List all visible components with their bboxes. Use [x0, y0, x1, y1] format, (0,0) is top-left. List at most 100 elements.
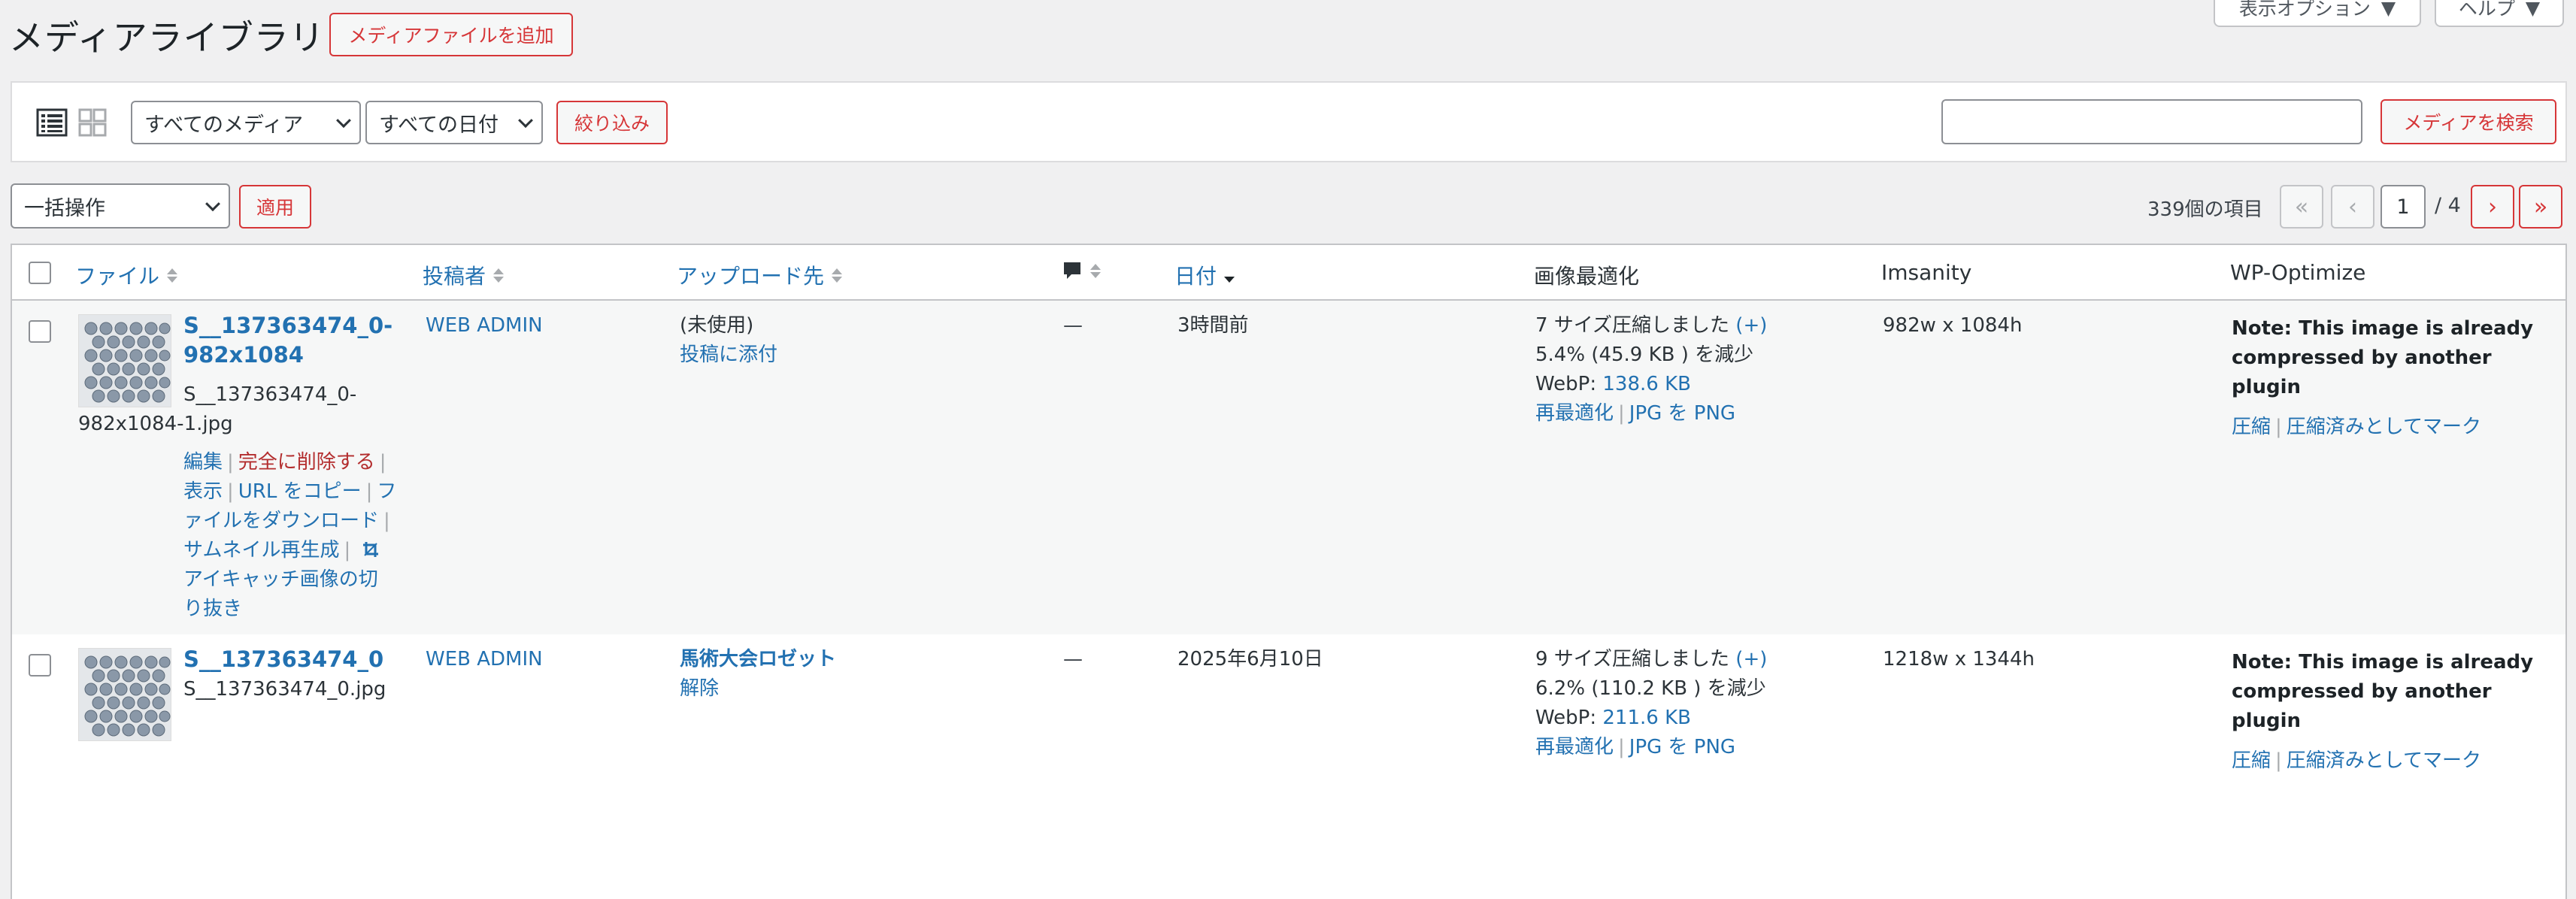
media-type-value: すべてのメディア [144, 113, 304, 137]
view-link[interactable]: 表示 [183, 480, 223, 503]
download-link[interactable]: ァイルをダウンロード [183, 510, 379, 532]
download-link[interactable]: フ [377, 480, 396, 503]
opt-summary: 7 サイズ圧縮しました [1535, 314, 1730, 337]
wpo-note: Note: This image is already [2232, 651, 2534, 673]
mark-compressed-link[interactable]: 圧縮済みとしてマーク [2287, 749, 2481, 772]
caret-down-icon: ▼ [2525, 0, 2541, 19]
screen-options-button[interactable]: 表示オプション ▼ [2214, 0, 2421, 27]
edit-link[interactable]: 編集 [183, 451, 223, 474]
mark-compressed-link[interactable]: 圧縮済みとしてマーク [2287, 416, 2481, 438]
uploaded-status: (未使用) [680, 314, 754, 337]
regenerate-thumbnails-link[interactable]: サムネイル再生成 [183, 539, 339, 561]
date-value: すべての日付 [379, 113, 499, 137]
date-select[interactable]: すべての日付 [365, 101, 543, 144]
chevron-down-icon [518, 113, 533, 129]
opt-details-toggle[interactable]: (+) [1735, 648, 1767, 670]
comment-count: — [1063, 648, 1083, 670]
opt-savings: 5.4% (45.9 KB ) を減少 [1535, 344, 1754, 366]
column-uploaded-to[interactable]: アップロード先 [677, 260, 843, 290]
row-checkbox[interactable] [29, 654, 51, 677]
wpo-note: Note: This image is already [2232, 317, 2534, 340]
image-optimization-cell: 9 サイズ圧縮しました (+) 6.2% (110.2 KB ) を減少 Web… [1535, 648, 1768, 758]
column-uploaded-to-label: アップロード先 [677, 264, 825, 289]
column-image-optimization: 画像最適化 [1534, 264, 1640, 289]
reoptimize-link[interactable]: 再最適化 [1535, 402, 1614, 425]
sort-icon [1090, 263, 1101, 278]
current-page-input[interactable]: 1 [2381, 185, 2426, 229]
detach-link[interactable]: 解除 [680, 674, 836, 704]
filter-button[interactable]: 絞り込み [556, 101, 668, 144]
table-header: ファイル 投稿者 アップロード先 日付 画像最適化 Imsanity WP-Op… [12, 245, 2565, 301]
column-date[interactable]: 日付 [1174, 260, 1235, 290]
column-file[interactable]: ファイル [75, 260, 178, 290]
media-title-line: S__137363474_0- [183, 313, 393, 338]
row-actions: 編集 | 完全に削除する | 表示 | URL をコピー | フ ァイルをダウンロード | サム… [183, 451, 397, 620]
column-wp-optimize: WP-Optimize [2230, 260, 2366, 285]
table-row: S__137363474_0- 982x1084 S__137363474_0-… [12, 301, 2565, 634]
media-thumbnail[interactable] [78, 314, 171, 407]
comment-count: — [1063, 314, 1083, 337]
item-count: 339個の項目 [2147, 198, 2263, 221]
media-filter-bar: すべてのメディア すべての日付 絞り込み メディアを検索 [11, 81, 2567, 162]
column-comments[interactable] [1062, 260, 1101, 281]
upload-date: 3時間前 [1177, 314, 1249, 337]
media-search-button[interactable]: メディアを検索 [2381, 99, 2556, 144]
screen-options-label: 表示オプション [2238, 0, 2371, 20]
parent-post-link[interactable]: 馬術大会ロゼット [680, 645, 836, 674]
bulk-action-select[interactable]: 一括操作 [11, 183, 230, 229]
author-link[interactable]: WEB ADMIN [426, 311, 543, 341]
media-title-link[interactable]: S__137363474_0- 982x1084 [183, 311, 392, 370]
uploaded-to-cell: (未使用) 投稿に添付 [680, 311, 777, 370]
add-media-button[interactable]: メディアファイルを追加 [329, 13, 573, 56]
list-view-icon[interactable] [35, 105, 69, 140]
upload-date: 2025年6月10日 [1177, 648, 1323, 670]
jpg-to-png-link[interactable]: JPG を PNG [1629, 736, 1735, 758]
attach-link[interactable]: 投稿に添付 [680, 341, 777, 370]
jpg-to-png-link[interactable]: JPG を PNG [1629, 402, 1735, 425]
column-date-label: 日付 [1174, 264, 1217, 289]
next-page-button[interactable]: › [2471, 185, 2514, 229]
compress-link[interactable]: 圧縮 [2232, 416, 2271, 438]
media-type-select[interactable]: すべてのメディア [131, 101, 361, 144]
webp-label: WebP: [1535, 373, 1597, 395]
column-author[interactable]: 投稿者 [423, 260, 505, 290]
media-search-input[interactable] [1941, 99, 2362, 144]
table-row: S__137363474_0 S__137363474_0.jpg WEB AD… [12, 634, 2565, 899]
first-page-button: « [2280, 185, 2323, 229]
opt-summary: 9 サイズ圧縮しました [1535, 648, 1730, 670]
page-title: メディアライブラリ [9, 17, 325, 58]
author-link[interactable]: WEB ADMIN [426, 645, 543, 674]
crop-icon[interactable] [355, 539, 379, 561]
webp-size-link[interactable]: 211.6 KB [1602, 707, 1691, 729]
crop-featured-image-link[interactable]: り抜き [183, 598, 242, 620]
media-thumbnail[interactable] [78, 648, 171, 741]
opt-details-toggle[interactable]: (+) [1735, 314, 1767, 337]
row-checkbox[interactable] [29, 320, 51, 343]
last-page-button[interactable]: » [2519, 185, 2562, 229]
help-button[interactable]: ヘルプ ▼ [2435, 0, 2564, 27]
column-file-label: ファイル [75, 264, 160, 289]
prev-page-button: ‹ [2331, 185, 2374, 229]
thumbnail-image [79, 315, 171, 407]
copy-url-link[interactable]: URL をコピー [238, 480, 362, 503]
uploaded-to-cell: 馬術大会ロゼット 解除 [680, 645, 836, 704]
wp-optimize-cell: Note: This image is already compressed b… [2232, 314, 2565, 442]
bulk-apply-button[interactable]: 適用 [239, 185, 311, 229]
bulk-action-value: 一括操作 [24, 196, 105, 220]
help-label: ヘルプ [2458, 0, 2515, 20]
delete-permanently-link[interactable]: 完全に削除する [238, 451, 375, 474]
media-filename: 982x1084-1.jpg [78, 413, 233, 435]
media-filename: S__137363474_0- [183, 383, 357, 406]
media-title-link[interactable]: S__137363474_0 [183, 645, 383, 674]
crop-featured-image-link[interactable]: アイキャッチ画像の切 [183, 568, 378, 591]
total-pages: / 4 [2435, 194, 2461, 217]
select-all-checkbox[interactable] [29, 262, 51, 284]
grid-view-icon[interactable] [75, 105, 110, 140]
webp-size-link[interactable]: 138.6 KB [1602, 373, 1691, 395]
opt-savings: 6.2% (110.2 KB ) を減少 [1535, 677, 1766, 700]
column-imsanity: Imsanity [1881, 260, 1972, 285]
crop-tool-icon [362, 542, 378, 557]
reoptimize-link[interactable]: 再最適化 [1535, 736, 1614, 758]
sort-desc-icon [1224, 268, 1235, 283]
compress-link[interactable]: 圧縮 [2232, 749, 2271, 772]
